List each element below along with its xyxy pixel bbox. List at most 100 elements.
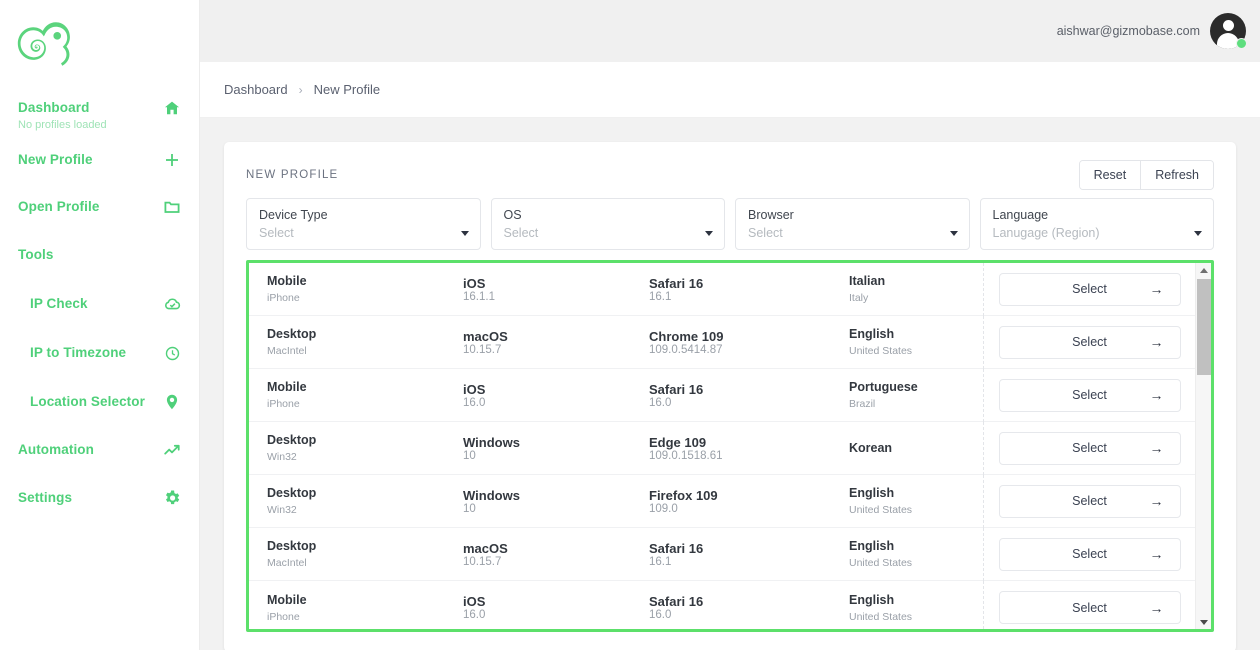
sidebar: Dashboard No profiles loaded New Profile…	[0, 0, 200, 650]
action-cell: Select→	[983, 263, 1195, 316]
os-name: iOS	[463, 276, 649, 291]
device-platform: Win32	[267, 450, 463, 464]
table-row[interactable]: DesktopMacIntelmacOS10.15.7Chrome 109109…	[249, 316, 1195, 369]
refresh-button[interactable]: Refresh	[1140, 161, 1213, 189]
device-type: Desktop	[267, 432, 463, 448]
browser-cell: Safari 1616.1	[649, 276, 849, 303]
sidebar-item-automation[interactable]: Automation	[0, 442, 199, 468]
table-row[interactable]: MobileiPhoneiOS16.0Safari 1616.0Portugue…	[249, 369, 1195, 422]
select-button-label: Select	[1072, 441, 1107, 455]
sidebar-item-location-selector[interactable]: Location Selector	[0, 394, 199, 420]
browser-version: 109.0	[649, 503, 849, 515]
browser-name: Chrome 109	[649, 329, 849, 344]
os-cell: macOS10.15.7	[463, 541, 649, 568]
browser-name: Safari 16	[649, 594, 849, 609]
browser-cell: Safari 1616.1	[649, 541, 849, 568]
device-cell: MobileiPhone	[267, 379, 463, 411]
table-row[interactable]: DesktopWin32Windows10Edge 109109.0.1518.…	[249, 422, 1195, 475]
table-body: MobileiPhoneiOS16.1.1Safari 1616.1Italia…	[249, 263, 1195, 629]
os-cell: iOS16.1.1	[463, 276, 649, 303]
language-name: English	[849, 592, 971, 608]
sidebar-item-settings[interactable]: Settings	[0, 490, 199, 516]
user-email: aishwar@gizmobase.com	[1057, 24, 1200, 38]
os-name: Windows	[463, 435, 649, 450]
sidebar-item-ip-to-timezone[interactable]: IP to Timezone	[0, 345, 199, 371]
table-row[interactable]: Mobile iPhoneiOS16.1.1Safari 1616.1Italia…	[249, 263, 1195, 316]
cloud-check-icon	[163, 295, 181, 313]
table-row[interactable]: DesktopMacIntelmacOS10.15.7Safari 1616.1…	[249, 528, 1195, 581]
language-region: United States	[849, 344, 971, 358]
scroll-up-arrow-icon[interactable]	[1196, 263, 1212, 277]
device-cell: MobileiPhone	[267, 592, 463, 624]
scroll-down-arrow-icon[interactable]	[1196, 615, 1212, 629]
browser-version: 16.0	[649, 609, 849, 621]
chevron-down-icon	[1194, 231, 1202, 236]
device-platform: iPhone	[267, 291, 463, 305]
device-type-select[interactable]: Device Type Select	[246, 198, 481, 250]
select-profile-button[interactable]: Select→	[999, 432, 1181, 465]
sidebar-item-ip-check[interactable]: IP Check	[0, 296, 199, 322]
language-region: Italy	[849, 291, 971, 305]
browser-cell: Chrome 109109.0.5414.87	[649, 329, 849, 356]
language-region: United States	[849, 610, 971, 624]
sidebar-item-open-profile[interactable]: Open Profile	[0, 199, 199, 225]
device-type: Mobile	[267, 273, 463, 289]
filter-value: Select	[259, 225, 468, 242]
arrow-right-icon: →	[1150, 388, 1164, 402]
select-profile-button[interactable]: Select→	[999, 326, 1181, 359]
os-version: 10	[463, 450, 649, 462]
lang-cell: EnglishUnited States	[849, 538, 983, 570]
sidebar-item-label: Open Profile	[18, 199, 163, 215]
language-name: Italian	[849, 273, 971, 289]
filter-value: Lanugage (Region)	[993, 225, 1202, 242]
browser-version: 109.0.1518.61	[649, 450, 849, 462]
select-profile-button[interactable]: Select→	[999, 591, 1181, 624]
tools-spacer	[163, 246, 181, 264]
select-profile-button[interactable]: Select→	[999, 379, 1181, 412]
breadcrumb-dashboard[interactable]: Dashboard	[224, 82, 288, 97]
lang-cell: Korean	[849, 440, 983, 456]
select-button-label: Select	[1072, 282, 1107, 296]
os-name: iOS	[463, 382, 649, 397]
profiles-table: MobileiPhoneiOS16.1.1Safari 1616.1Italia…	[246, 260, 1214, 632]
plus-icon	[163, 151, 181, 169]
browser-cell: Safari 1616.0	[649, 382, 849, 409]
select-profile-button[interactable]: Select→	[999, 485, 1181, 518]
device-cell: Mobile iPhone	[267, 273, 463, 305]
language-region: United States	[849, 503, 971, 517]
device-cell: Desktop Win32	[267, 432, 463, 464]
select-profile-button[interactable]: Select→	[999, 538, 1181, 571]
select-profile-button[interactable]: Select→	[999, 273, 1181, 306]
action-cell: Select→	[983, 422, 1195, 475]
table-row[interactable]: DesktopWin32Windows10Firefox 109109.0Eng…	[249, 475, 1195, 528]
browser-select[interactable]: Browser Select	[735, 198, 970, 250]
sidebar-item-dashboard[interactable]: Dashboard No profiles loaded	[0, 100, 199, 132]
avatar-head	[1223, 20, 1234, 31]
sidebar-item-label: Settings	[18, 490, 163, 506]
os-select[interactable]: OS Select	[491, 198, 726, 250]
filter-bar: Device Type Select OS Select Browser Sel…	[246, 198, 1214, 250]
avatar[interactable]	[1210, 13, 1246, 49]
sidebar-item-new-profile[interactable]: New Profile	[0, 152, 199, 178]
os-version: 10	[463, 503, 649, 515]
reset-button[interactable]: Reset	[1080, 161, 1141, 189]
chameleon-logo-icon	[16, 18, 74, 70]
main-area: aishwar@gizmobase.com Dashboard › New Pr…	[200, 0, 1260, 650]
sidebar-item-label: Automation	[18, 442, 163, 458]
chevron-right-icon: ›	[299, 83, 303, 97]
sidebar-item-label: Dashboard	[18, 100, 163, 116]
table-scrollbar[interactable]	[1195, 263, 1211, 629]
os-version: 16.0	[463, 397, 649, 409]
logo-container[interactable]	[0, 0, 199, 78]
table-row[interactable]: MobileiPhoneiOS16.0Safari 1616.0EnglishU…	[249, 581, 1195, 629]
language-region: United States	[849, 556, 971, 570]
language-select[interactable]: Language Lanugage (Region)	[980, 198, 1215, 250]
browser-name: Safari 16	[649, 541, 849, 556]
gear-icon	[163, 489, 181, 507]
chevron-down-icon	[461, 231, 469, 236]
sidebar-item-label: IP to Timezone	[30, 345, 163, 361]
lang-cell: Italian Italy	[849, 273, 983, 305]
browser-version: 16.1	[649, 291, 849, 303]
device-cell: DesktopMacIntel	[267, 326, 463, 358]
scrollbar-thumb[interactable]	[1197, 279, 1211, 375]
